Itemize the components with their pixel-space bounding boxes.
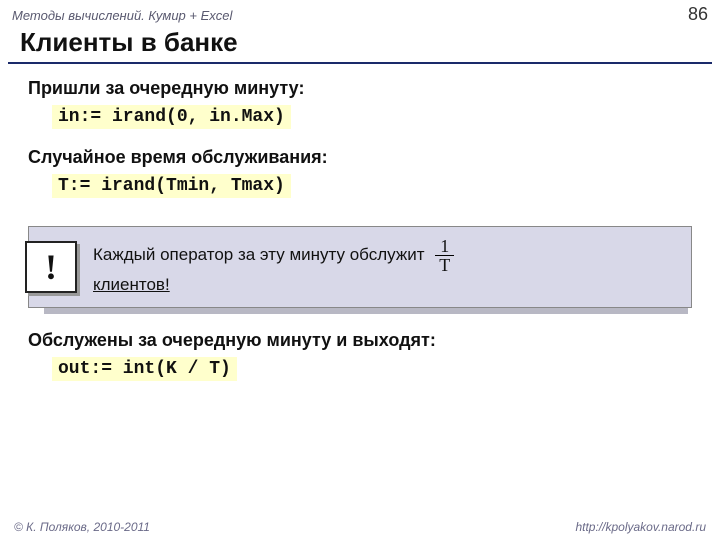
fraction-den: T — [435, 256, 454, 274]
arrive-label: Пришли за очередную минуту: — [28, 78, 692, 99]
footer: © К. Поляков, 2010-2011 http://kpolyakov… — [0, 520, 720, 534]
callout-text-prefix: Каждый оператор за эту минуту обслужит — [93, 245, 429, 264]
callout-text-suffix: клиентов! — [93, 275, 170, 294]
header-bar: Методы вычислений. Кумир + Excel 86 — [0, 0, 720, 25]
service-time-code: T:= irand(Tmin, Tmax) — [52, 174, 291, 198]
content: Пришли за очередную минуту: in:= irand(0… — [0, 78, 720, 399]
callout: ! Каждый оператор за эту минуту обслужит… — [28, 226, 692, 308]
exclamation-icon: ! — [25, 241, 77, 293]
page-number: 86 — [688, 4, 708, 25]
arrive-code: in:= irand(0, in.Max) — [52, 105, 291, 129]
fraction: 1 T — [435, 237, 454, 274]
course-title: Методы вычислений. Кумир + Excel — [12, 8, 232, 23]
callout-text: Каждый оператор за эту минуту обслужит 1… — [93, 237, 454, 297]
served-code: out:= int(K / T) — [52, 357, 237, 381]
copyright: © К. Поляков, 2010-2011 — [14, 520, 150, 534]
served-label: Обслужены за очередную минуту и выходят: — [28, 330, 692, 351]
footer-url: http://kpolyakov.narod.ru — [575, 520, 706, 534]
fraction-num: 1 — [435, 237, 454, 256]
page-title: Клиенты в банке — [8, 25, 712, 64]
callout-box: ! Каждый оператор за эту минуту обслужит… — [28, 226, 692, 308]
service-time-label: Случайное время обслуживания: — [28, 147, 692, 168]
